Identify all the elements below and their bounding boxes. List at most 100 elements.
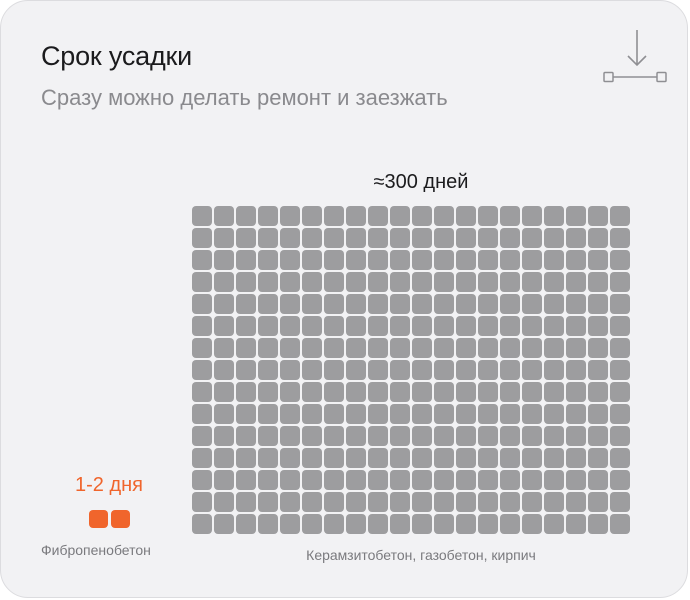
gray-block bbox=[192, 250, 212, 270]
gray-block bbox=[302, 228, 322, 248]
gray-block bbox=[280, 272, 300, 292]
gray-block bbox=[588, 470, 608, 490]
gray-block bbox=[280, 206, 300, 226]
gray-block bbox=[500, 426, 520, 446]
gray-block bbox=[302, 316, 322, 336]
gray-block bbox=[280, 228, 300, 248]
gray-block bbox=[280, 514, 300, 534]
gray-block bbox=[566, 404, 586, 424]
gray-block bbox=[390, 316, 410, 336]
large-series-name: Керамзитобетон, газобетон, кирпич bbox=[306, 547, 536, 563]
gray-block bbox=[434, 316, 454, 336]
gray-block bbox=[368, 470, 388, 490]
gray-block bbox=[456, 448, 476, 468]
gray-block bbox=[368, 492, 388, 512]
gray-block bbox=[566, 250, 586, 270]
gray-block bbox=[610, 514, 630, 534]
gray-block bbox=[258, 514, 278, 534]
gray-block bbox=[412, 316, 432, 336]
gray-block bbox=[434, 448, 454, 468]
gray-block bbox=[522, 470, 542, 490]
gray-block bbox=[214, 514, 234, 534]
gray-block bbox=[390, 382, 410, 402]
gray-block bbox=[456, 338, 476, 358]
gray-block bbox=[500, 448, 520, 468]
gray-block bbox=[236, 228, 256, 248]
gray-block bbox=[456, 492, 476, 512]
gray-block bbox=[368, 404, 388, 424]
gray-block bbox=[434, 470, 454, 490]
gray-block bbox=[588, 272, 608, 292]
gray-block bbox=[434, 228, 454, 248]
gray-block bbox=[500, 272, 520, 292]
gray-block bbox=[390, 470, 410, 490]
gray-block bbox=[412, 360, 432, 380]
gray-block bbox=[566, 470, 586, 490]
gray-block bbox=[324, 250, 344, 270]
gray-block bbox=[346, 316, 366, 336]
gray-block bbox=[192, 492, 212, 512]
gray-block bbox=[258, 294, 278, 314]
gray-block bbox=[236, 514, 256, 534]
gray-block bbox=[346, 514, 366, 534]
gray-block bbox=[324, 294, 344, 314]
gray-block bbox=[566, 360, 586, 380]
card-title: Срок усадки bbox=[41, 41, 193, 71]
gray-block bbox=[192, 404, 212, 424]
large-series-waffle bbox=[191, 205, 651, 535]
gray-block bbox=[500, 404, 520, 424]
gray-block bbox=[544, 206, 564, 226]
small-series-waffle bbox=[88, 509, 132, 529]
gray-block bbox=[500, 492, 520, 512]
gray-block bbox=[236, 470, 256, 490]
gray-block bbox=[368, 448, 388, 468]
gray-block bbox=[390, 426, 410, 446]
gray-block bbox=[214, 360, 234, 380]
gray-block bbox=[434, 514, 454, 534]
gray-block bbox=[214, 272, 234, 292]
gray-block bbox=[258, 448, 278, 468]
gray-block bbox=[588, 360, 608, 380]
gray-block bbox=[324, 426, 344, 446]
gray-block bbox=[302, 448, 322, 468]
download-button[interactable] bbox=[599, 27, 671, 87]
gray-block bbox=[302, 272, 322, 292]
gray-block bbox=[192, 338, 212, 358]
gray-block bbox=[368, 228, 388, 248]
gray-block bbox=[434, 382, 454, 402]
gray-block bbox=[214, 404, 234, 424]
gray-block bbox=[192, 426, 212, 446]
gray-block bbox=[478, 294, 498, 314]
gray-block bbox=[302, 360, 322, 380]
gray-block bbox=[500, 338, 520, 358]
gray-block bbox=[544, 338, 564, 358]
gray-block bbox=[214, 382, 234, 402]
gray-block bbox=[610, 404, 630, 424]
gray-block bbox=[280, 316, 300, 336]
gray-block bbox=[478, 426, 498, 446]
gray-block bbox=[412, 272, 432, 292]
gray-block bbox=[588, 250, 608, 270]
gray-block bbox=[192, 382, 212, 402]
gray-block bbox=[302, 294, 322, 314]
gray-block bbox=[412, 404, 432, 424]
gray-block bbox=[588, 448, 608, 468]
gray-block bbox=[346, 228, 366, 248]
gray-block bbox=[478, 316, 498, 336]
gray-block bbox=[478, 492, 498, 512]
gray-block bbox=[566, 448, 586, 468]
gray-block bbox=[500, 206, 520, 226]
gray-block bbox=[456, 360, 476, 380]
gray-block bbox=[434, 272, 454, 292]
gray-block bbox=[610, 206, 630, 226]
gray-block bbox=[544, 492, 564, 512]
gray-block bbox=[544, 228, 564, 248]
gray-block bbox=[434, 426, 454, 446]
gray-block bbox=[588, 206, 608, 226]
gray-block bbox=[324, 360, 344, 380]
gray-block bbox=[456, 316, 476, 336]
gray-block bbox=[390, 206, 410, 226]
gray-block bbox=[368, 206, 388, 226]
gray-block bbox=[258, 426, 278, 446]
gray-block bbox=[302, 250, 322, 270]
